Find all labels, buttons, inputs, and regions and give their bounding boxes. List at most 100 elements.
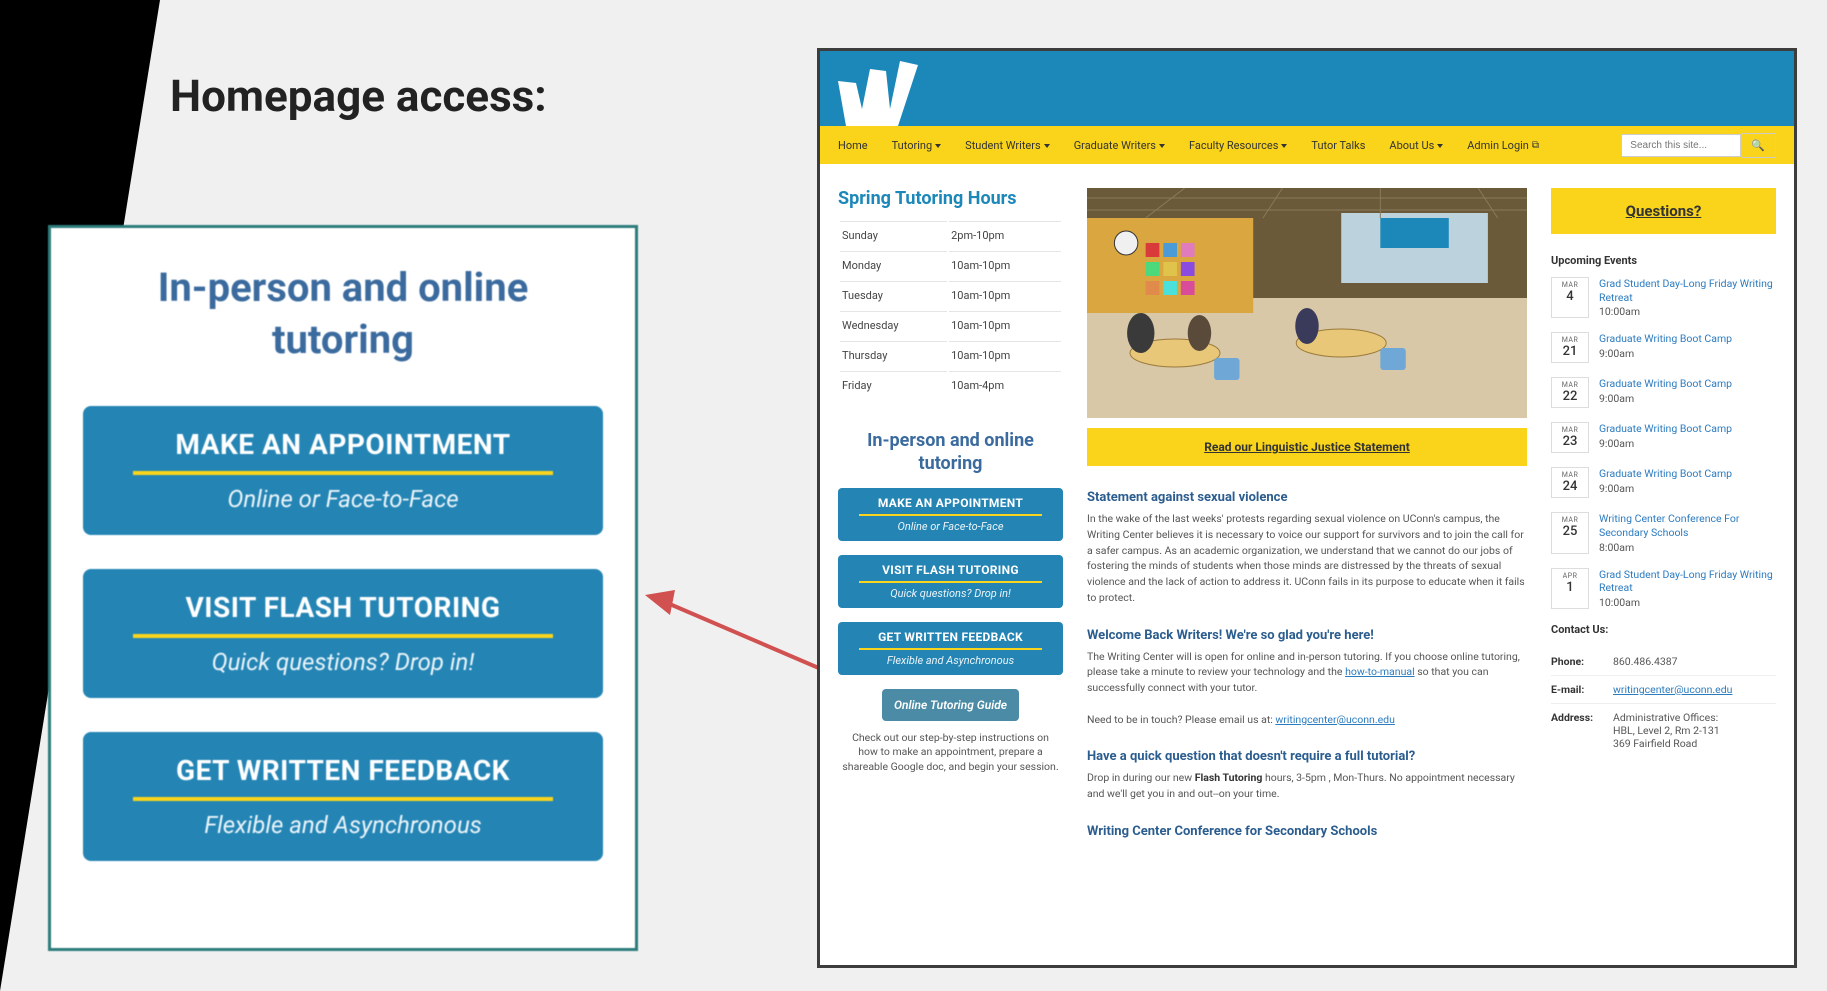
- search-input[interactable]: [1621, 134, 1741, 157]
- hours-table: Sunday2pm-10pm Monday10am-10pm Tuesday10…: [838, 219, 1063, 401]
- event-item[interactable]: APR1 Grad Student Day-Long Friday Writin…: [1551, 568, 1776, 609]
- nav-faculty-resources[interactable]: Faculty Resources: [1189, 139, 1287, 152]
- email-link[interactable]: writingcenter@uconn.edu: [1275, 713, 1394, 726]
- event-time: 9:00am: [1599, 482, 1732, 495]
- btn-online-guide[interactable]: Online Tutoring Guide: [882, 689, 1019, 721]
- btn-feedback[interactable]: GET WRITTEN FEEDBACK Flexible and Asynch…: [838, 622, 1063, 675]
- event-date: MAR24: [1551, 467, 1589, 498]
- search-icon: 🔍: [1751, 139, 1765, 152]
- btn-sub: Quick questions? Drop in!: [844, 587, 1057, 600]
- article-heading: Welcome Back Writers! We're so glad you'…: [1087, 628, 1527, 643]
- zoom-btn-feedback[interactable]: GET WRITTEN FEEDBACK Flexible and Asynch…: [83, 732, 603, 861]
- event-time: 9:00am: [1599, 392, 1732, 405]
- event-item[interactable]: MAR22 Graduate Writing Boot Camp9:00am: [1551, 377, 1776, 408]
- event-date: APR1: [1551, 568, 1589, 609]
- event-title: Grad Student Day-Long Friday Writing Ret…: [1599, 277, 1776, 304]
- event-time: 9:00am: [1599, 437, 1732, 450]
- event-item[interactable]: MAR23 Graduate Writing Boot Camp9:00am: [1551, 422, 1776, 453]
- external-link-icon: ⧉: [1532, 140, 1539, 151]
- event-title: Graduate Writing Boot Camp: [1599, 467, 1732, 481]
- event-title: Graduate Writing Boot Camp: [1599, 332, 1732, 346]
- nav-tutor-talks[interactable]: Tutor Talks: [1311, 139, 1365, 152]
- nav-student-writers[interactable]: Student Writers: [965, 139, 1050, 152]
- divider: [133, 797, 553, 801]
- search-button[interactable]: 🔍: [1741, 133, 1776, 158]
- divider: [859, 514, 1042, 516]
- contact-address: Address:Administrative Offices:HBL, Leve…: [1551, 703, 1776, 757]
- tutoring-heading: In-person and online tutoring: [838, 429, 1063, 476]
- event-title: Graduate Writing Boot Camp: [1599, 377, 1732, 391]
- event-date: MAR22: [1551, 377, 1589, 408]
- site-header: [820, 51, 1794, 126]
- slide-title: Homepage access:: [170, 70, 547, 122]
- site-logo-icon: [838, 61, 933, 126]
- nav-bar: Home Tutoring Student Writers Graduate W…: [820, 126, 1794, 164]
- article-body: Drop in during our new Flash Tutoring ho…: [1087, 770, 1527, 802]
- btn-appointment[interactable]: MAKE AN APPOINTMENT Online or Face-to-Fa…: [838, 488, 1063, 541]
- how-to-link[interactable]: how-to-manual: [1345, 665, 1415, 678]
- event-time: 8:00am: [1599, 541, 1776, 554]
- event-item[interactable]: MAR21 Graduate Writing Boot Camp9:00am: [1551, 332, 1776, 363]
- hours-heading: Spring Tutoring Hours: [838, 188, 1063, 209]
- nav-admin-login[interactable]: Admin Login⧉: [1467, 139, 1539, 152]
- event-item[interactable]: MAR24 Graduate Writing Boot Camp9:00am: [1551, 467, 1776, 498]
- sidebar-right: Questions? Upcoming Events MAR4 Grad Stu…: [1551, 188, 1776, 845]
- btn-label: GET WRITTEN FEEDBACK: [844, 630, 1057, 644]
- event-title: Grad Student Day-Long Friday Writing Ret…: [1599, 568, 1776, 595]
- event-item[interactable]: MAR25 Writing Center Conference For Seco…: [1551, 512, 1776, 553]
- zoom-btn-sub: Flexible and Asynchronous: [93, 811, 593, 839]
- questions-button[interactable]: Questions?: [1551, 188, 1776, 234]
- zoom-btn-label: MAKE AN APPOINTMENT: [93, 428, 593, 461]
- event-date: MAR21: [1551, 332, 1589, 363]
- nav-tutoring[interactable]: Tutoring: [892, 139, 942, 152]
- divider: [133, 471, 553, 475]
- zoom-btn-sub: Quick questions? Drop in!: [93, 648, 593, 676]
- contact-phone: Phone:860.486.4387: [1551, 648, 1776, 675]
- zoom-heading: In-person and online tutoring: [83, 262, 603, 366]
- event-item[interactable]: MAR4 Grad Student Day-Long Friday Writin…: [1551, 277, 1776, 318]
- nav-about-us[interactable]: About Us: [1389, 139, 1443, 152]
- article-heading: Writing Center Conference for Secondary …: [1087, 824, 1527, 839]
- contact-block: Phone:860.486.4387 E-mail:writingcenter@…: [1551, 648, 1776, 757]
- table-row: Monday10am-10pm: [840, 251, 1061, 279]
- caret-icon: [1159, 144, 1165, 148]
- email-link[interactable]: writingcenter@uconn.edu: [1613, 683, 1732, 696]
- contact-email: E-mail:writingcenter@uconn.edu: [1551, 675, 1776, 703]
- table-row: Wednesday10am-10pm: [840, 311, 1061, 339]
- event-title: Writing Center Conference For Secondary …: [1599, 512, 1776, 539]
- zoom-btn-label: GET WRITTEN FEEDBACK: [93, 754, 593, 787]
- nav-graduate-writers[interactable]: Graduate Writers: [1074, 139, 1165, 152]
- btn-sub: Online or Face-to-Face: [844, 520, 1057, 533]
- guide-caption: Check out our step-by-step instructions …: [838, 731, 1063, 775]
- sidebar-left: Spring Tutoring Hours Sunday2pm-10pm Mon…: [838, 188, 1063, 845]
- main-content: Read our Linguistic Justice Statement St…: [1087, 188, 1527, 845]
- linguistic-banner[interactable]: Read our Linguistic Justice Statement: [1087, 428, 1527, 466]
- divider: [859, 581, 1042, 583]
- article-body: In the wake of the last weeks' protests …: [1087, 511, 1527, 606]
- divider: [133, 634, 553, 638]
- event-date: MAR4: [1551, 277, 1589, 318]
- article-heading: Have a quick question that doesn't requi…: [1087, 749, 1527, 764]
- table-row: Sunday2pm-10pm: [840, 221, 1061, 249]
- event-date: MAR25: [1551, 512, 1589, 553]
- article-body: The Writing Center will is open for onli…: [1087, 649, 1527, 728]
- zoom-panel: In-person and online tutoring MAKE AN AP…: [48, 225, 638, 951]
- table-row: Tuesday10am-10pm: [840, 281, 1061, 309]
- callout-arrow-icon: [645, 590, 840, 680]
- zoom-btn-sub: Online or Face-to-Face: [93, 485, 593, 513]
- event-time: 9:00am: [1599, 347, 1732, 360]
- btn-sub: Flexible and Asynchronous: [844, 654, 1057, 667]
- nav-search: 🔍: [1621, 133, 1776, 158]
- event-time: 10:00am: [1599, 305, 1776, 318]
- zoom-btn-flash[interactable]: VISIT FLASH TUTORING Quick questions? Dr…: [83, 569, 603, 698]
- zoom-btn-appointment[interactable]: MAKE AN APPOINTMENT Online or Face-to-Fa…: [83, 406, 603, 535]
- caret-icon: [935, 144, 941, 148]
- caret-icon: [1044, 144, 1050, 148]
- caret-icon: [1281, 144, 1287, 148]
- btn-flash[interactable]: VISIT FLASH TUTORING Quick questions? Dr…: [838, 555, 1063, 608]
- caret-icon: [1437, 144, 1443, 148]
- contact-heading: Contact Us:: [1551, 623, 1776, 636]
- nav-home[interactable]: Home: [838, 139, 868, 152]
- events-heading: Upcoming Events: [1551, 254, 1776, 267]
- btn-label: MAKE AN APPOINTMENT: [844, 496, 1057, 510]
